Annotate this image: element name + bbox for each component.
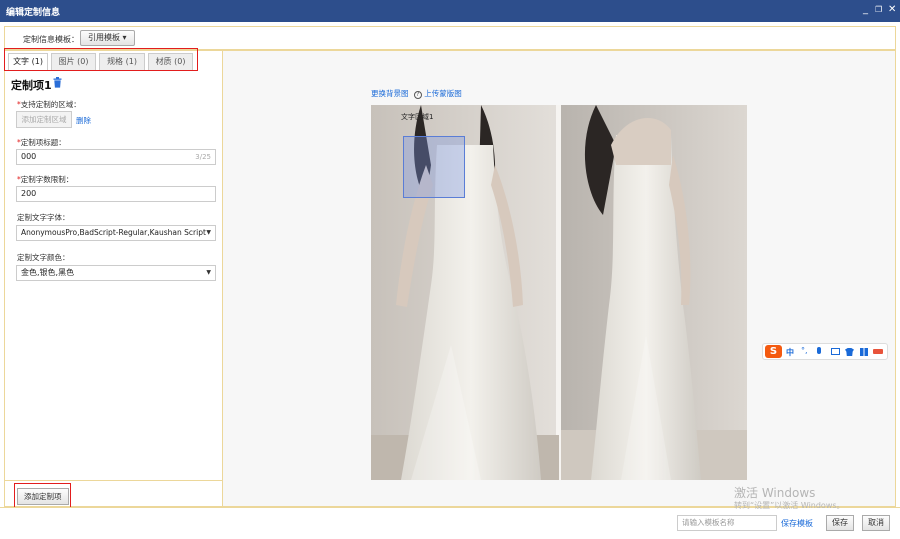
grid-icon[interactable] bbox=[860, 348, 868, 356]
product-photo: 文字区域1 bbox=[371, 105, 747, 480]
window-title: 编辑定制信息 bbox=[6, 8, 61, 18]
tab-image[interactable]: 图片 (0) bbox=[51, 53, 96, 71]
ime-toolbar: S 中 °, bbox=[762, 343, 888, 360]
char-counter: 3/25 bbox=[195, 153, 211, 161]
dropdown-caret-icon: ▼ bbox=[206, 229, 211, 236]
tool-icon[interactable] bbox=[873, 349, 883, 354]
template-bar: 定制信息模板： 引用模板 ▾ bbox=[4, 26, 896, 50]
activation-watermark-title: 激活 Windows bbox=[734, 486, 816, 500]
color-select-value: 金色,银色,黑色 bbox=[21, 268, 75, 277]
delete-area-link[interactable]: 删除 bbox=[76, 115, 91, 126]
tab-text[interactable]: 文字 (1) bbox=[8, 53, 48, 71]
area-label: *支持定制的区域： bbox=[17, 100, 81, 109]
skin-icon[interactable] bbox=[845, 348, 854, 356]
help-icon[interactable]: ? bbox=[413, 91, 422, 99]
minimize-icon[interactable]: _ bbox=[863, 4, 868, 16]
mic-icon[interactable] bbox=[817, 347, 821, 354]
font-label: 定制文字字体： bbox=[17, 213, 70, 222]
image-links: 更换背景图 ? 上传蒙版图 bbox=[371, 88, 462, 99]
image-preview-panel: 更换背景图 ? 上传蒙版图 文字区域1 bbox=[223, 50, 896, 507]
save-template-link[interactable]: 保存模板 bbox=[781, 518, 813, 529]
tab-spec[interactable]: 规格 (1) bbox=[99, 53, 145, 71]
color-select[interactable]: 金色,银色,黑色 ▼ bbox=[16, 265, 216, 281]
template-label: 定制信息模板： bbox=[23, 35, 79, 44]
custom-text-area[interactable] bbox=[403, 136, 465, 198]
save-button[interactable]: 保存 bbox=[826, 515, 854, 531]
cancel-button[interactable]: 取消 bbox=[862, 515, 890, 531]
upload-template-link[interactable]: 上传蒙版图 bbox=[424, 89, 462, 98]
custom-area-label: 文字区域1 bbox=[401, 113, 434, 121]
divider bbox=[5, 480, 222, 481]
activation-watermark-text: 转到“设置”以激活 Windows。 bbox=[734, 501, 845, 510]
trash-icon[interactable] bbox=[53, 77, 62, 88]
heading-label: *定制项标题： bbox=[17, 138, 66, 147]
close-icon[interactable]: ✕ bbox=[888, 4, 896, 16]
sogou-logo-icon[interactable]: S bbox=[765, 345, 782, 358]
item-heading-value: 000 bbox=[21, 152, 37, 161]
limit-label: *定制字数限制： bbox=[17, 175, 74, 184]
add-custom-item-button[interactable]: 添加定制项 bbox=[17, 488, 69, 505]
item-heading-input[interactable]: 000 3/25 bbox=[16, 149, 216, 165]
ime-mode[interactable]: 中 bbox=[786, 347, 794, 358]
restore-icon[interactable]: ❐ bbox=[875, 4, 882, 16]
char-limit-value: 200 bbox=[21, 189, 37, 198]
use-template-button[interactable]: 引用模板 ▾ bbox=[80, 30, 135, 46]
font-select[interactable]: AnonymousPro,BadScript-Regular,Kaushan S… bbox=[16, 225, 216, 241]
color-label: 定制文字颜色： bbox=[17, 253, 70, 262]
add-area-button[interactable]: 添加定制区域 bbox=[16, 111, 72, 128]
footer-bar: 请输入模板名称 保存模板 保存 取消 bbox=[0, 507, 900, 539]
custom-item-panel: 文字 (1) 图片 (0) 规格 (1) 材质 (0) 定制项1 *支持定制的区… bbox=[4, 50, 223, 507]
font-select-value: AnonymousPro,BadScript-Regular,Kaushan S… bbox=[21, 228, 206, 237]
keyboard-icon[interactable] bbox=[831, 348, 840, 355]
tab-material[interactable]: 材质 (0) bbox=[148, 53, 193, 71]
dropdown-caret-icon: ▼ bbox=[206, 269, 211, 276]
window-titlebar: 编辑定制信息 _ ❐ ✕ bbox=[0, 0, 900, 22]
custom-item-title: 定制项1 bbox=[11, 79, 52, 92]
change-background-link[interactable]: 更换背景图 bbox=[371, 89, 409, 98]
template-name-input[interactable]: 请输入模板名称 bbox=[677, 515, 777, 531]
char-limit-input[interactable]: 200 bbox=[16, 186, 216, 202]
ime-punct-icon[interactable]: °, bbox=[801, 346, 808, 355]
